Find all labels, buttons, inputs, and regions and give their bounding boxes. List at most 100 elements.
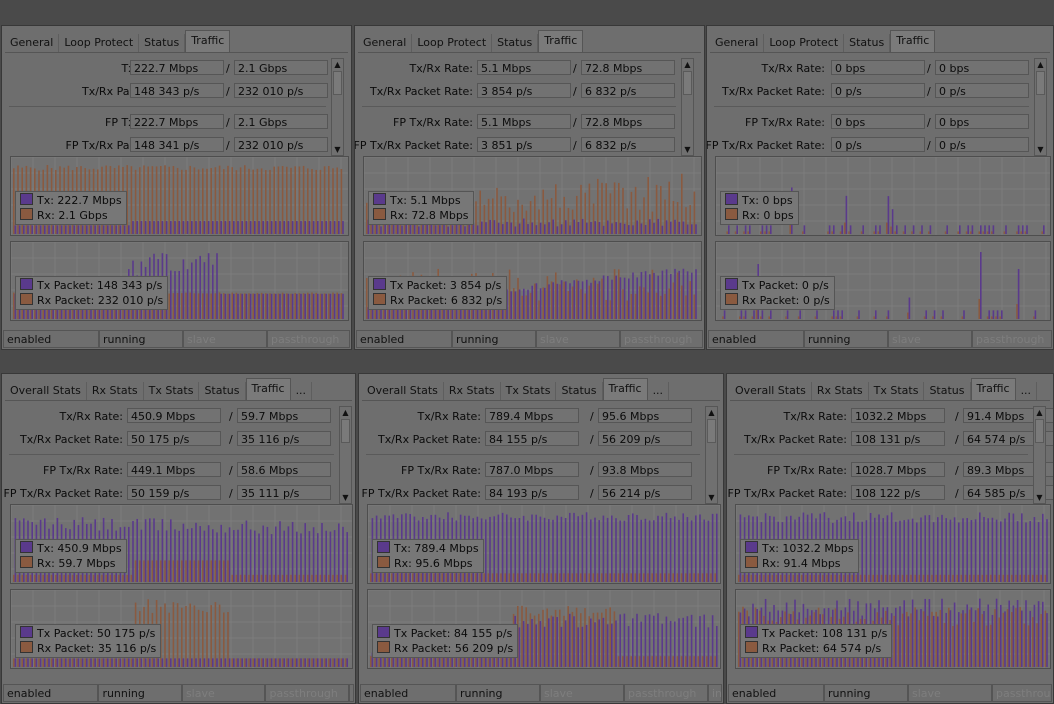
rx-legend-label: Rx Packet: 6 832 p/s [390,294,503,307]
tab-overall-stats[interactable]: Overall Stats [5,382,87,400]
tab-more[interactable]: ... [291,382,313,400]
scroll-thumb[interactable] [333,71,342,95]
rx-value-field: 2.1 Gbps [234,60,328,75]
scroll-up-icon[interactable]: ▲ [682,59,693,70]
tab-traffic[interactable]: Traffic [890,30,936,52]
scroll-down-icon[interactable]: ▼ [682,144,693,155]
tab-loop-protect[interactable]: Loop Protect [764,34,845,52]
tab-status[interactable]: Status [844,34,891,52]
separator-slash: / [573,116,577,129]
tab-status[interactable]: Status [924,382,971,400]
tab-rx-stats[interactable]: Rx Stats [812,382,869,400]
tx-legend-label: Tx Packet: 0 p/s [742,279,829,292]
field-label: FP Tx/Rx Rate: [43,464,123,477]
tab-status[interactable]: Status [199,382,246,400]
divider [9,454,334,455]
rx-value-field: 72.8 Mbps [581,114,675,129]
rx-color-swatch [373,208,386,220]
tab-rx-stats[interactable]: Rx Stats [87,382,144,400]
scroll-up-icon[interactable]: ▲ [340,407,351,418]
rx-legend-label: Rx: 0 bps [742,209,794,222]
rx-legend-label: Rx: 72.8 Mbps [390,209,469,222]
scroll-up-icon[interactable]: ▲ [706,407,717,418]
status-running: running [456,684,540,702]
tab-general[interactable]: General [5,34,60,52]
tab-traffic[interactable]: Traffic [185,30,231,52]
rx-legend-label: Rx Packet: 0 p/s [742,294,830,307]
status-enabled: enabled [708,330,804,348]
status-slave: slave [181,684,266,702]
tab-loop-protect[interactable]: Loop Protect [412,34,493,52]
separator-slash: / [955,433,959,446]
tx-color-swatch [20,193,33,205]
scroll-thumb[interactable] [1035,419,1044,443]
tab-traffic[interactable]: Traffic [538,30,584,52]
tx-value-field: 148 341 p/s [130,137,224,152]
status-passthrough: passthrough [267,330,350,348]
scroll-thumb[interactable] [1036,71,1045,95]
scrollbar[interactable]: ▲ ▼ [331,58,344,156]
tx-legend-entry: Tx: 450.9 Mbps [20,541,122,556]
scrollbar[interactable]: ▲ ▼ [1034,58,1047,156]
tab-traffic[interactable]: Traffic [970,378,1016,400]
scroll-up-icon[interactable]: ▲ [1034,407,1045,418]
tab-status[interactable]: Status [492,34,539,52]
scroll-up-icon[interactable]: ▲ [332,59,343,70]
scroll-thumb[interactable] [707,419,716,443]
rx-value-field: 0 bps [935,60,1029,75]
separator-slash: / [955,487,959,500]
tab-tx-stats[interactable]: Tx Stats [501,382,557,400]
separator-slash: / [229,487,233,500]
rx-legend-entry: Rx: 59.7 Mbps [20,556,122,571]
scroll-thumb[interactable] [683,71,692,95]
scrollbar[interactable]: ▲ ▼ [1033,406,1046,504]
tx-legend-entry: Tx: 222.7 Mbps [20,193,122,208]
status-passthrough: passthrough [265,684,349,702]
tx-color-swatch [745,541,758,553]
tx-value-field: 50 159 p/s [127,485,221,500]
scroll-up-icon[interactable]: ▲ [1035,59,1046,70]
tab-tx-stats[interactable]: Tx Stats [869,382,925,400]
tab-bar: Overall Stats Rx Stats Tx Stats Status Traff… [730,378,1050,401]
rx-legend-label: Rx Packet: 64 574 p/s [762,642,882,655]
status-passthrough: passthrough [972,330,1052,348]
tab-rx-stats[interactable]: Rx Stats [444,382,501,400]
tab-loop-protect[interactable]: Loop Protect [59,34,140,52]
graph-legend: Tx Packet: 50 175 p/s Rx Packet: 35 116 p… [15,624,162,658]
rx-legend-label: Rx: 91.4 Mbps [762,557,841,570]
tab-general[interactable]: General [358,34,413,52]
field-label: FP Tx/Rx Packet Rate: [706,139,825,152]
scroll-down-icon[interactable]: ▼ [332,144,343,155]
scroll-down-icon[interactable]: ▼ [1034,492,1045,503]
tx-legend-entry: Tx Packet: 50 175 p/s [20,626,156,641]
scroll-down-icon[interactable]: ▼ [340,492,351,503]
scroll-thumb[interactable] [341,419,350,443]
tab-overall-stats[interactable]: Overall Stats [362,382,444,400]
divider [734,454,1028,455]
scroll-down-icon[interactable]: ▼ [1035,144,1046,155]
scroll-down-icon[interactable]: ▼ [706,492,717,503]
scrollbar[interactable]: ▲ ▼ [705,406,718,504]
tab-traffic[interactable]: Traffic [602,378,648,400]
tx-color-swatch [373,193,386,205]
field-label: Tx/Rx Packet Rate: [744,433,847,446]
status-ina: ina [708,684,722,702]
tab-traffic[interactable]: Traffic [245,378,291,400]
tab-more[interactable]: ... [648,382,670,400]
graph-legend: Tx Packet: 84 155 p/s Rx Packet: 56 209 p… [372,624,519,658]
tx-value-field: 222.7 Mbps [130,60,224,75]
tab-overall-stats[interactable]: Overall Stats [730,382,812,400]
separator-slash: / [590,410,594,423]
tab-tx-stats[interactable]: Tx Stats [144,382,200,400]
tab-more[interactable]: ... [1016,382,1038,400]
graph-legend: Tx: 450.9 Mbps Rx: 59.7 Mbps [15,539,127,573]
scrollbar[interactable]: ▲ ▼ [681,58,694,156]
tx-color-swatch [373,278,386,290]
tab-general[interactable]: General [710,34,765,52]
divider [714,106,1029,107]
tx-legend-entry: Tx: 0 bps [725,193,794,208]
scrollbar[interactable]: ▲ ▼ [339,406,352,504]
tab-status[interactable]: Status [139,34,186,52]
field-label: Tx/Rx Rate: [59,410,123,423]
tab-status[interactable]: Status [556,382,603,400]
